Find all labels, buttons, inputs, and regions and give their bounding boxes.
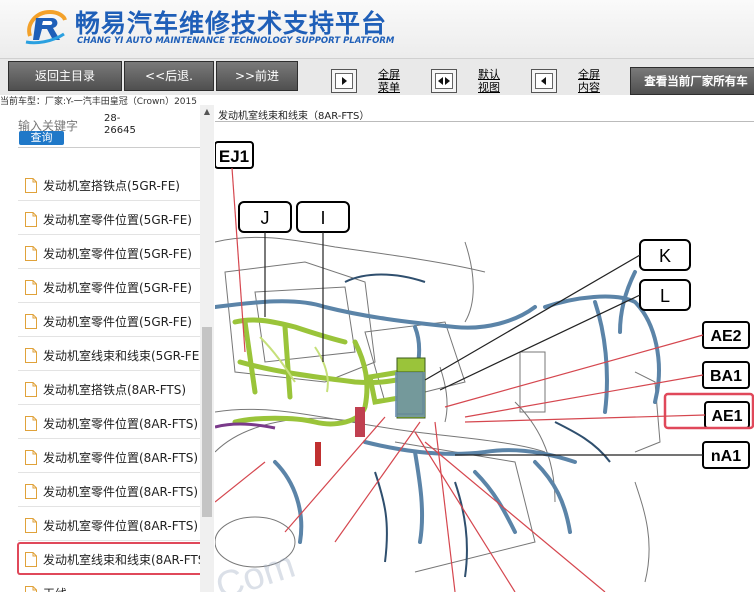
connector-red bbox=[355, 407, 365, 437]
label-k[interactable]: K bbox=[639, 239, 691, 271]
search-button[interactable]: 查询 bbox=[19, 131, 64, 145]
document-icon bbox=[25, 246, 37, 261]
fullscreen-content-button[interactable] bbox=[531, 69, 557, 93]
divider bbox=[18, 147, 204, 148]
sidebar-item[interactable]: 发动机室零件位置(8AR-FTS) bbox=[18, 509, 200, 541]
fullscreen-menu-link[interactable]: 全屏 菜单 bbox=[378, 68, 400, 94]
sidebar-item[interactable]: 发动机室零件位置(5GR-FE) bbox=[18, 203, 200, 235]
split-view-icon bbox=[435, 73, 453, 89]
label-l[interactable]: L bbox=[639, 279, 691, 311]
sidebar-item-label: 发动机室零件位置(5GR-FE) bbox=[43, 213, 192, 227]
sidebar-item[interactable]: 发动机室零件位置(5GR-FE) bbox=[18, 305, 200, 337]
app-subtitle: CHANG YI AUTO MAINTENANCE TECHNOLOGY SUP… bbox=[77, 36, 395, 46]
view-all-vehicles-button[interactable]: 查看当前厂家所有车 bbox=[630, 67, 754, 95]
sidebar: 输入关键字 28- 26645 查询 发动机室搭铁点(5GR-FE) 发动机室零件位… bbox=[0, 105, 216, 592]
document-icon bbox=[25, 450, 37, 465]
svg-text:K: K bbox=[659, 246, 671, 266]
fullscreen-menu-button[interactable] bbox=[331, 69, 357, 93]
sidebar-item-label: 发动机室搭铁点(8AR-FTS) bbox=[43, 383, 187, 397]
document-icon bbox=[25, 280, 37, 295]
sidebar-item[interactable]: 发动机室搭铁点(5GR-FE) bbox=[18, 169, 200, 201]
label-j[interactable]: J bbox=[238, 201, 292, 233]
sidebar-item[interactable]: 发动机室零件位置(8AR-FTS) bbox=[18, 407, 200, 439]
sidebar-item-label: 发动机室零件位置(8AR-FTS) bbox=[43, 451, 199, 465]
sidebar-item-label: 发动机室搭铁点(5GR-FE) bbox=[43, 179, 180, 193]
sidebar-item-label: 发动机室零件位置(8AR-FTS) bbox=[43, 485, 199, 499]
sidebar-item-label: 发动机室零件位置(5GR-FE) bbox=[43, 315, 192, 329]
svg-text:BA1: BA1 bbox=[710, 368, 742, 385]
sidebar-item[interactable]: 发动机室零件位置(8AR-FTS) bbox=[18, 475, 200, 507]
forward-button[interactable]: >>前进 bbox=[216, 61, 298, 91]
sidebar-item[interactable]: 发动机室线束和线束(5GR-FE) bbox=[18, 339, 200, 371]
svg-text:EJ1: EJ1 bbox=[219, 147, 249, 166]
document-icon bbox=[25, 348, 37, 363]
wiring-diagram[interactable]: EJ1 J I K L AE2 BA1 AE1 nA1 Com bbox=[215, 122, 754, 592]
document-icon bbox=[25, 484, 37, 499]
sidebar-item[interactable]: 发动机室零件位置(5GR-FE) bbox=[18, 271, 200, 303]
sidebar-item[interactable]: 发动机室搭铁点(8AR-FTS) bbox=[18, 373, 200, 405]
document-icon bbox=[25, 178, 37, 193]
sidebar-item-label: 发动机室线束和线束(5GR-FE) bbox=[43, 349, 200, 363]
label-ae2[interactable]: AE2 bbox=[702, 321, 750, 349]
label-na1[interactable]: nA1 bbox=[702, 441, 750, 469]
toolbar: 返回主目录 <<后退. >>前进 全屏 菜单 默认 视图 全屏 内容 查看当前厂家所有… bbox=[0, 58, 754, 95]
expand-right-icon bbox=[335, 73, 353, 89]
back-button[interactable]: <<后退. bbox=[124, 61, 214, 91]
label-ej1[interactable]: EJ1 bbox=[215, 141, 254, 169]
connector-red bbox=[315, 442, 321, 466]
fullscreen-content-link[interactable]: 全屏 内容 bbox=[578, 68, 600, 94]
document-icon bbox=[25, 586, 37, 592]
svg-text:AE1: AE1 bbox=[711, 408, 742, 425]
search-code: 28- 26645 bbox=[104, 113, 136, 136]
selected-item-highlight bbox=[17, 542, 203, 575]
sidebar-item-label: 发动机室零件位置(5GR-FE) bbox=[43, 281, 192, 295]
junction-block bbox=[395, 372, 425, 417]
label-i[interactable]: I bbox=[296, 201, 350, 233]
harness-green-light bbox=[259, 336, 329, 393]
document-icon bbox=[25, 212, 37, 227]
document-icon bbox=[25, 518, 37, 533]
svg-text:AE2: AE2 bbox=[710, 328, 741, 345]
svg-text:I: I bbox=[320, 208, 325, 228]
sidebar-item-label: 发动机室零件位置(8AR-FTS) bbox=[43, 519, 199, 533]
label-ba1[interactable]: BA1 bbox=[702, 361, 750, 389]
default-view-button[interactable] bbox=[431, 69, 457, 93]
diagram-panel: 发动机室线束和线束（8AR-FTS） EJ1 J I K L AE2 BA1 A… bbox=[215, 105, 754, 592]
sidebar-item[interactable]: 发动机室零件位置(5GR-FE) bbox=[18, 237, 200, 269]
changyi-logo-icon bbox=[25, 9, 67, 45]
svg-text:J: J bbox=[261, 208, 270, 228]
sidebar-item-label: 天线 bbox=[43, 585, 67, 592]
app-header: 畅易汽车维修技术支持平台 CHANG YI AUTO MAINTENANCE T… bbox=[0, 0, 754, 58]
label-ae1[interactable]: AE1 bbox=[663, 392, 754, 430]
document-icon bbox=[25, 314, 37, 329]
sidebar-item[interactable]: 天线 bbox=[18, 577, 200, 592]
svg-text:L: L bbox=[660, 286, 670, 306]
document-icon bbox=[25, 416, 37, 431]
scrollbar-thumb[interactable] bbox=[202, 327, 212, 517]
default-view-link[interactable]: 默认 视图 bbox=[478, 68, 500, 94]
app-title: 畅易汽车维修技术支持平台 bbox=[75, 9, 388, 38]
scroll-up-icon[interactable]: ▲ bbox=[200, 105, 214, 119]
home-button[interactable]: 返回主目录 bbox=[8, 61, 122, 91]
document-icon bbox=[25, 382, 37, 397]
sidebar-item-label: 发动机室零件位置(8AR-FTS) bbox=[43, 417, 199, 431]
expand-left-icon bbox=[535, 73, 553, 89]
sidebar-item[interactable]: 发动机室零件位置(8AR-FTS) bbox=[18, 441, 200, 473]
watermark: Com bbox=[215, 544, 300, 592]
sidebar-item-label: 发动机室零件位置(5GR-FE) bbox=[43, 247, 192, 261]
diagram-title: 发动机室线束和线束（8AR-FTS） bbox=[218, 111, 370, 122]
harness-blue bbox=[215, 270, 661, 544]
svg-text:nA1: nA1 bbox=[711, 448, 741, 465]
harness-green bbox=[232, 317, 423, 427]
engine-outline bbox=[215, 236, 661, 583]
scrollbar[interactable]: ▲ bbox=[200, 105, 214, 592]
